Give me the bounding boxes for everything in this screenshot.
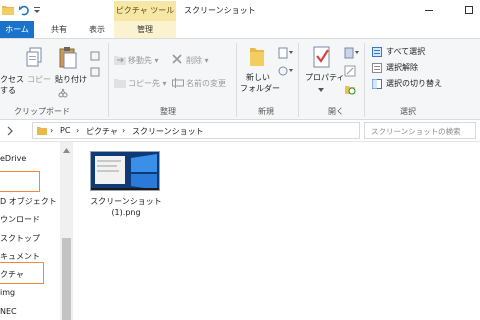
copy-path-icon[interactable] [90, 67, 100, 79]
nav-item-nec[interactable]: NEC [0, 307, 17, 316]
select-none-button[interactable]: 選択解除 [386, 63, 418, 73]
select-none-icon[interactable] [372, 63, 382, 75]
search-input[interactable]: スクリーンショットの検索 [364, 122, 476, 139]
nav-item-img[interactable]: img [0, 288, 15, 297]
breadcrumb-separator[interactable]: › [122, 126, 125, 135]
highlight-box [0, 171, 40, 192]
breadcrumb-pictures[interactable]: ピクチャ [86, 126, 118, 137]
select-group-label: 選択 [400, 107, 416, 116]
folder-icon[interactable] [2, 4, 14, 16]
copy-to-button[interactable]: コピー先 ▾ [128, 79, 167, 89]
address-bar[interactable]: › PC › ピクチャ › スクリーンショット [32, 122, 360, 139]
organize-group-label: 整理 [160, 107, 176, 116]
paste-icon[interactable] [58, 46, 78, 72]
move-to-button[interactable]: 移動先 ▾ [128, 56, 159, 66]
move-to-icon[interactable] [114, 55, 126, 67]
breadcrumb-separator[interactable]: › [76, 126, 79, 135]
easy-access-icon[interactable] [278, 65, 294, 79]
select-all-button[interactable]: すべて選択 [386, 47, 425, 57]
invert-selection-button[interactable]: 選択の切り替え [386, 79, 442, 89]
tab-view[interactable]: 表示 [82, 21, 112, 38]
window-title: スクリーンショット [184, 6, 256, 15]
search-placeholder: スクリーンショットの検索 [371, 127, 461, 136]
select-all-icon[interactable] [372, 47, 382, 59]
folder-icon [37, 126, 47, 137]
title-bar: ピクチャ ツール スクリーンショット [0, 0, 480, 21]
maximize-icon[interactable] [462, 3, 476, 17]
cut-icon[interactable] [90, 51, 100, 63]
edit-icon[interactable] [344, 65, 356, 79]
new-group-label: 新規 [258, 107, 274, 116]
delete-button[interactable]: 削除 ▾ [186, 56, 209, 66]
group-separator [364, 43, 365, 117]
tab-manage[interactable]: 管理 [114, 21, 176, 38]
rename-button[interactable]: 名前の変更 [186, 79, 226, 89]
picture-tools-header: ピクチャ ツール [114, 1, 176, 21]
nav-item-3d-objects[interactable]: D オブジェクト [0, 196, 57, 207]
quick-access-label[interactable]: クセス [0, 75, 24, 85]
group-separator [298, 43, 299, 117]
customize-quick-access-icon[interactable] [31, 4, 43, 16]
new-folder-icon[interactable] [248, 45, 266, 71]
ribbon: クセス する コピー 貼り付け クリップボード 移動先 ▾ コピー先 ▾ 削除 … [0, 38, 480, 120]
breadcrumb-screenshots[interactable]: スクリーンショット [132, 126, 204, 137]
nav-scrollbar[interactable] [60, 142, 73, 320]
open-icon[interactable] [344, 47, 360, 61]
group-separator [236, 43, 237, 117]
undo-icon[interactable] [18, 4, 30, 16]
properties-button[interactable]: プロパティ [305, 73, 345, 83]
open-group-label: 開く [328, 107, 344, 116]
rename-icon[interactable] [172, 78, 184, 90]
nav-item-documents[interactable]: キュメント [0, 251, 40, 262]
properties-icon[interactable] [312, 45, 332, 71]
nav-item-onedrive[interactable]: eDrive [0, 154, 26, 163]
address-row: › PC › ピクチャ › スクリーンショット スクリーンショットの検索 [0, 120, 480, 142]
nav-item-pictures[interactable]: クチャ [0, 269, 24, 280]
ribbon-tabs: ホーム 共有 表示 管理 [0, 21, 480, 38]
scrollbar-thumb[interactable] [62, 238, 71, 320]
new-folder-button[interactable]: 新しい [246, 73, 270, 83]
copy-icon[interactable] [26, 47, 44, 71]
file-thumbnail[interactable] [90, 151, 160, 191]
history-icon[interactable] [344, 83, 356, 97]
breadcrumb-pc[interactable]: PC [60, 126, 70, 135]
paste-shortcut-icon[interactable] [58, 88, 68, 100]
new-item-icon[interactable] [278, 47, 294, 61]
copy-button[interactable]: コピー [27, 75, 51, 85]
invert-selection-icon[interactable] [372, 79, 382, 91]
nav-item-desktop[interactable]: スクトップ [0, 233, 40, 244]
breadcrumb-separator[interactable]: › [50, 126, 53, 135]
group-separator [108, 43, 109, 117]
new-folder-button-line2[interactable]: フォルダー [240, 84, 280, 94]
up-arrow-icon[interactable] [6, 126, 14, 138]
delete-icon[interactable] [172, 54, 182, 66]
scroll-up-icon[interactable] [63, 146, 70, 155]
properties-dropdown-icon[interactable] [318, 85, 324, 94]
minimize-icon[interactable] [422, 3, 436, 17]
file-name-label[interactable]: スクリーンショット (1).png [86, 196, 166, 218]
tab-share[interactable]: 共有 [44, 21, 74, 38]
paste-button[interactable]: 貼り付け [55, 75, 87, 85]
clipboard-group-label: クリップボード [14, 107, 70, 116]
copy-to-icon[interactable] [114, 78, 126, 90]
quick-access-label-2[interactable]: する [0, 86, 16, 96]
nav-item-downloads[interactable]: ウンロード [0, 214, 40, 225]
tab-home[interactable]: ホーム [0, 21, 34, 38]
